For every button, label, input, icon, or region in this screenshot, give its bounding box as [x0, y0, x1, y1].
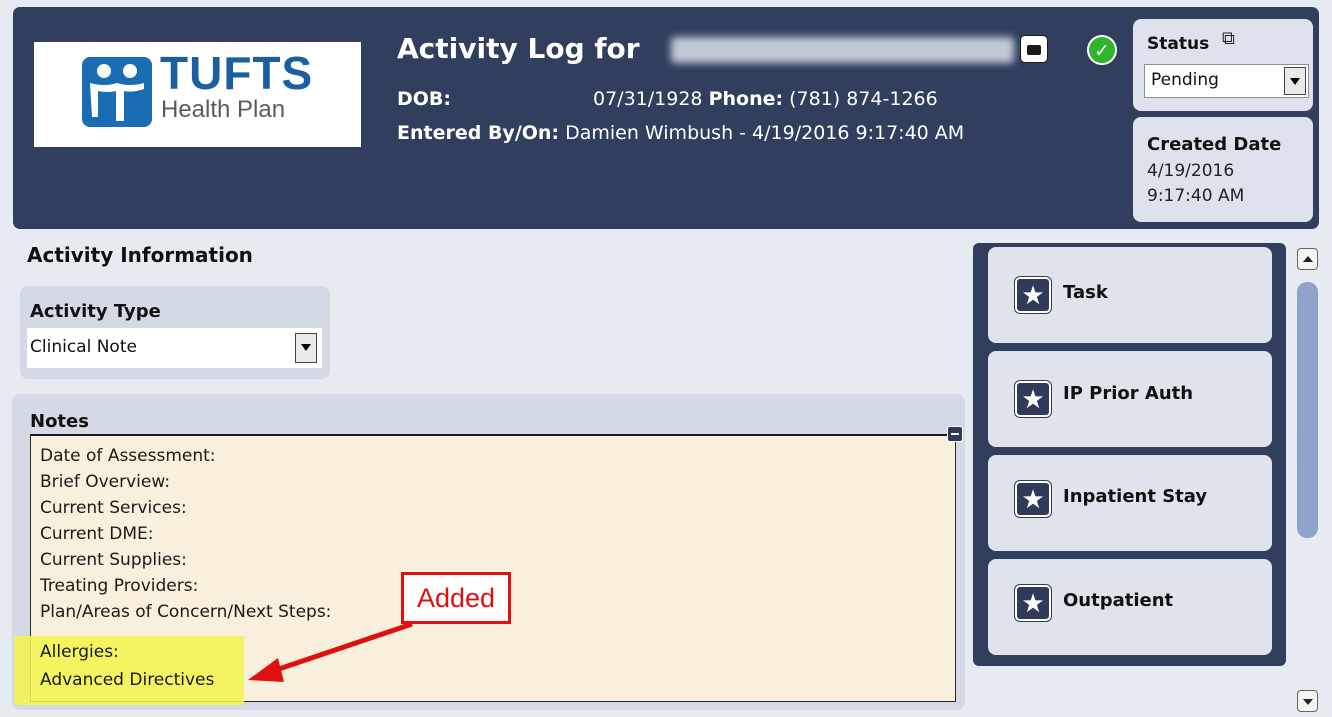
collapse-icon[interactable] — [947, 426, 963, 442]
created-time-value: 9:17:40 AM — [1147, 186, 1245, 206]
scrollbar-thumb[interactable] — [1297, 282, 1318, 538]
note-line: Brief Overview: — [40, 472, 171, 492]
outpatient-button[interactable]: ★ Outpatient — [988, 559, 1272, 655]
star-icon: ★ — [1014, 480, 1052, 518]
arrow-icon — [248, 621, 413, 682]
briefcase-icon[interactable] — [1020, 35, 1048, 63]
inpatient-stay-button[interactable]: ★ Inpatient Stay — [988, 455, 1272, 551]
note-line: Date of Assessment: — [40, 446, 216, 466]
dob-label: DOB: — [397, 88, 452, 110]
note-line: Allergies: — [40, 642, 119, 662]
note-line: Treating Providers: — [40, 576, 199, 596]
activity-type-label: Activity Type — [30, 301, 161, 322]
note-line: Advanced Directives — [40, 670, 215, 690]
added-callout: Added — [401, 572, 511, 624]
page-title: Activity Log for — [397, 32, 640, 65]
inpatient-stay-label: Inpatient Stay — [1063, 486, 1208, 507]
status-label: Status — [1147, 34, 1210, 54]
chevron-down-icon[interactable] — [1284, 67, 1306, 95]
note-line: Current Supplies: — [40, 550, 187, 570]
note-line: Plan/Areas of Concern/Next Steps: — [40, 602, 332, 622]
note-line: Current Services: — [40, 498, 187, 518]
entered-value: Damien Wimbush - 4/19/2016 9:17:40 AM — [565, 122, 965, 144]
activity-type-dropdown[interactable]: Clinical Note — [27, 328, 322, 368]
checkmark-icon[interactable]: ✓ — [1087, 35, 1117, 65]
chevron-down-icon[interactable] — [295, 333, 317, 363]
activity-type-value: Clinical Note — [30, 337, 137, 357]
scroll-down-button[interactable] — [1297, 690, 1318, 712]
redacted-patient-name — [671, 37, 1014, 63]
logo-wordmark: TUFTS — [160, 47, 314, 99]
section-title: Activity Information — [27, 243, 253, 267]
star-icon: ★ — [1014, 380, 1052, 418]
status-dropdown[interactable]: Pending — [1144, 64, 1309, 98]
dob-value: 07/31/1928 — [593, 88, 703, 110]
star-icon: ★ — [1014, 276, 1052, 314]
copy-icon[interactable]: ⧉ — [1222, 28, 1235, 49]
entered-label: Entered By/On: — [397, 122, 560, 144]
outpatient-label: Outpatient — [1063, 590, 1174, 611]
notes-label: Notes — [30, 411, 89, 432]
tufts-logo-mark-icon — [82, 57, 152, 127]
dob-row: DOB: — [397, 88, 451, 111]
phone-label: Phone: — [708, 88, 784, 110]
dob-phone-row: 07/31/1928 Phone: (781) 874-1266 — [593, 88, 938, 111]
star-icon: ★ — [1014, 584, 1052, 622]
created-date-label: Created Date — [1147, 134, 1282, 155]
status-value: Pending — [1151, 70, 1219, 90]
task-label: Task — [1063, 282, 1108, 303]
note-line: Current DME: — [40, 524, 154, 544]
task-button[interactable]: ★ Task — [988, 247, 1272, 343]
entered-row: Entered By/On: Damien Wimbush - 4/19/201… — [397, 122, 964, 145]
ip-prior-auth-button[interactable]: ★ IP Prior Auth — [988, 351, 1272, 447]
created-date-value: 4/19/2016 — [1147, 161, 1235, 181]
scroll-up-button[interactable] — [1297, 248, 1318, 270]
logo-subtitle: Health Plan — [161, 96, 286, 123]
phone-value: (781) 874-1266 — [789, 88, 938, 110]
ip-prior-auth-label: IP Prior Auth — [1063, 383, 1194, 404]
